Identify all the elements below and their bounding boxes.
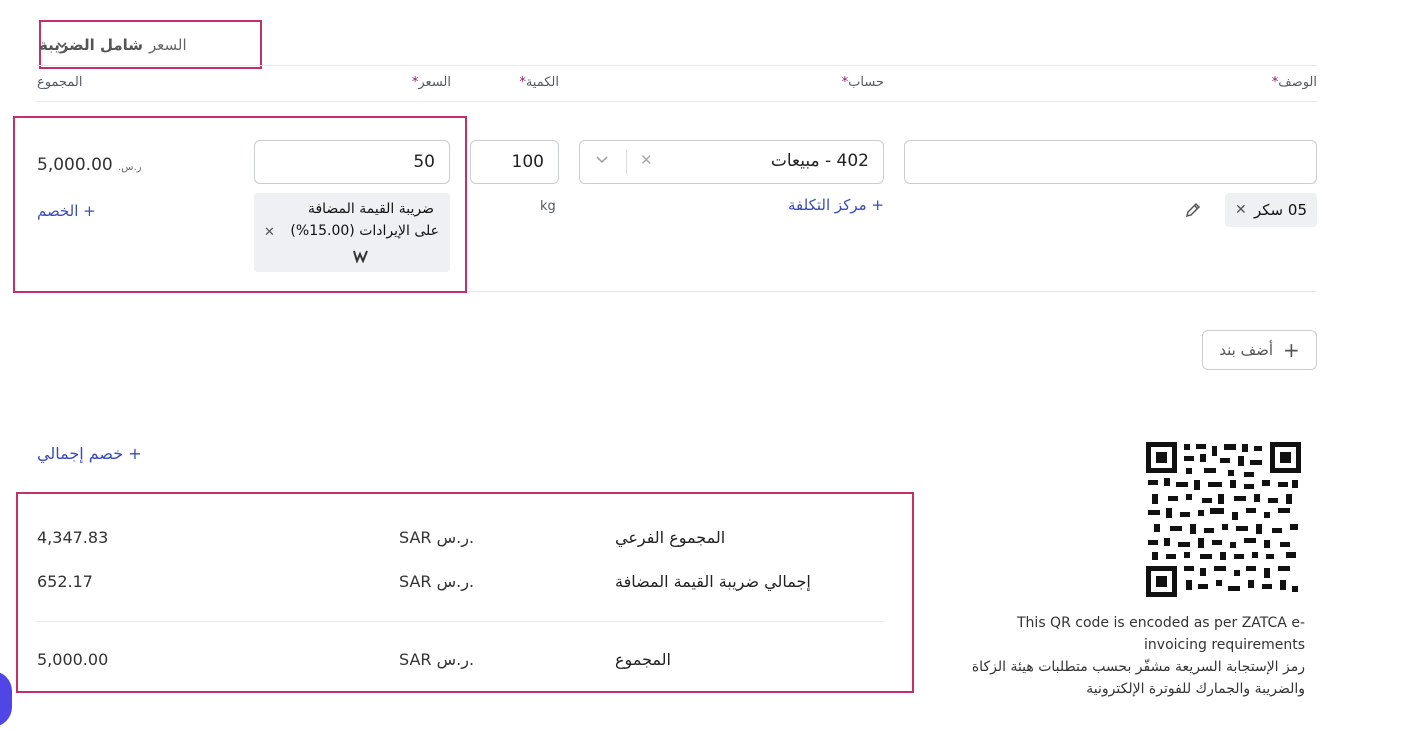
overall-discount-link[interactable]: + خصم إجمالي (37, 444, 142, 463)
header-quantity: الكمية* (519, 75, 559, 90)
item-chip[interactable]: ✕ 05 سكر (1225, 193, 1317, 227)
unit-label: kg (540, 199, 556, 214)
vat-label: إجمالي ضريبة القيمة المضافة (615, 572, 811, 591)
chevron-down-icon[interactable] (56, 39, 68, 51)
vat-currency: SAR ر.س. (399, 572, 475, 591)
clear-icon[interactable]: ✕ (640, 151, 653, 169)
total-value: 5,000.00 (37, 650, 109, 669)
select-divider (626, 150, 627, 174)
tax-chip[interactable]: ضريبة القيمة المضافة على الإيرادات (15.0… (254, 193, 450, 272)
line-total: ر.س. 5,000.00 (37, 155, 142, 175)
line-total-currency: ر.س. (118, 162, 142, 173)
subtotal-currency: SAR ر.س. (399, 528, 475, 547)
vat-row: 652.17 SAR ر.س. إجمالي ضريبة القيمة المض… (37, 572, 883, 602)
price-mode-value: شامل الضريبة (39, 35, 144, 54)
add-line-label: أضف بند (1219, 341, 1274, 359)
line-total-value: 5,000.00 (37, 155, 113, 175)
pencil-icon[interactable] (1183, 200, 1203, 220)
quantity-input[interactable]: 100 (470, 140, 559, 184)
divider (37, 65, 1317, 66)
qr-note: This QR code is encoded as per ZATCA e-i… (930, 612, 1305, 700)
total-currency: SAR ر.س. (399, 650, 475, 669)
account-select[interactable]: ✕ 402 - مبيعات (579, 140, 884, 184)
price-mode-label: السعر (149, 35, 187, 54)
item-chip-label: 05 سكر (1254, 201, 1307, 219)
floating-action-button[interactable] (0, 671, 12, 727)
subtotal-row: 4,347.83 SAR ر.س. المجموع الفرعي (37, 528, 883, 558)
cost-center-link[interactable]: + مركز التكلفة (788, 196, 884, 214)
qr-note-en: This QR code is encoded as per ZATCA e-i… (1017, 615, 1305, 653)
tax-chip-line1: ضريبة القيمة المضافة (307, 201, 434, 217)
subtotal-label: المجموع الفرعي (615, 528, 726, 547)
provider-logo-icon (353, 250, 368, 263)
qr-note-ar: رمز الإستجابة السريعة مشفّر بحسب متطلبات… (971, 659, 1305, 697)
vat-value: 652.17 (37, 572, 93, 591)
subtotal-value: 4,347.83 (37, 528, 109, 547)
chevron-down-icon[interactable] (594, 151, 610, 172)
discount-link[interactable]: + الخصم (37, 202, 96, 220)
qr-code-icon (1146, 442, 1301, 597)
add-line-button[interactable]: + أضف بند (1202, 330, 1317, 370)
price-mode-toggle[interactable]: السعر شامل الضريبة (39, 20, 262, 69)
account-value: 402 - مبيعات (770, 151, 869, 171)
total-row: 5,000.00 SAR ر.س. المجموع (37, 650, 883, 680)
divider (37, 101, 1317, 102)
header-account: حساب* (841, 75, 884, 90)
price-input[interactable]: 50 (254, 140, 450, 184)
total-label: المجموع (615, 650, 671, 669)
plus-icon: + (1283, 338, 1300, 362)
close-icon[interactable]: ✕ (264, 225, 275, 240)
header-total: المجموع (37, 75, 83, 90)
summary-divider (37, 621, 883, 622)
tax-chip-line2: على الإيرادات (15.00%) (290, 223, 439, 239)
close-icon[interactable]: ✕ (1235, 202, 1247, 218)
divider (467, 291, 1317, 292)
header-price: السعر* (411, 75, 451, 90)
description-input[interactable] (904, 140, 1317, 184)
header-description: الوصف* (1271, 75, 1317, 90)
